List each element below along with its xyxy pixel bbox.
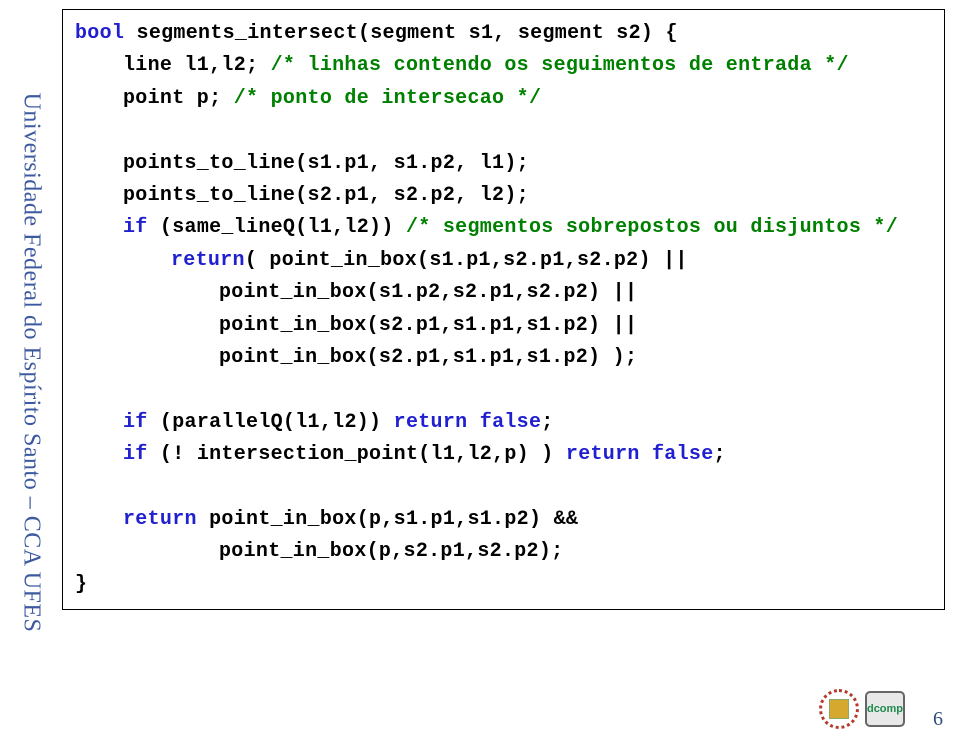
ufes-logo-icon: [819, 689, 859, 729]
institution-sidebar: Universidade Federal do Espírito Santo –…: [12, 10, 50, 715]
slide-page: Universidade Federal do Espírito Santo –…: [0, 0, 959, 743]
page-number: 6: [933, 708, 943, 731]
code-line: if (parallelQ(l1,l2)) return false;: [75, 407, 938, 439]
keyword-return-false: return false: [566, 443, 714, 466]
code-line: bool segments_intersect(segment s1, segm…: [75, 18, 938, 50]
code-line: if (same_lineQ(l1,l2)) /* segmentos sobr…: [75, 212, 938, 244]
code-line: points_to_line(s2.p1, s2.p2, l2);: [75, 180, 938, 212]
footer-logos: dcomp: [819, 689, 905, 729]
comment: /* segmentos sobrepostos ou disjuntos */: [406, 216, 898, 239]
code-line: point_in_box(p,s2.p1,s2.p2);: [75, 536, 938, 568]
code-line: return( point_in_box(s1.p1,s2.p1,s2.p2) …: [75, 245, 938, 277]
dcomp-logo-icon: dcomp: [865, 691, 905, 727]
code-line: point_in_box(s2.p1,s1.p1,s1.p2) );: [75, 342, 938, 374]
keyword-if: if: [123, 411, 148, 434]
comment: /* ponto de intersecao */: [234, 87, 542, 110]
code-line: }: [75, 569, 938, 601]
keyword-return: return: [171, 249, 245, 272]
keyword-if: if: [123, 443, 148, 466]
keyword-if: if: [123, 216, 148, 239]
code-block: bool segments_intersect(segment s1, segm…: [62, 9, 945, 610]
code-line: point_in_box(s1.p2,s2.p1,s2.p2) ||: [75, 277, 938, 309]
code-line: point_in_box(s2.p1,s1.p1,s1.p2) ||: [75, 310, 938, 342]
comment: /* linhas contendo os seguimentos de ent…: [271, 54, 849, 77]
institution-text: Universidade Federal do Espírito Santo –…: [18, 93, 45, 633]
keyword-bool: bool: [75, 22, 124, 45]
code-line: line l1,l2; /* linhas contendo os seguim…: [75, 50, 938, 82]
code-line: points_to_line(s1.p1, s1.p2, l1);: [75, 148, 938, 180]
blank-line: [75, 115, 938, 147]
blank-line: [75, 374, 938, 406]
code-line: if (! intersection_point(l1,l2,p) ) retu…: [75, 439, 938, 471]
code-line: return point_in_box(p,s1.p1,s1.p2) &&: [75, 504, 938, 536]
keyword-return-false: return false: [394, 411, 542, 434]
code-line: point p; /* ponto de intersecao */: [75, 83, 938, 115]
blank-line: [75, 471, 938, 503]
keyword-return: return: [123, 508, 197, 531]
